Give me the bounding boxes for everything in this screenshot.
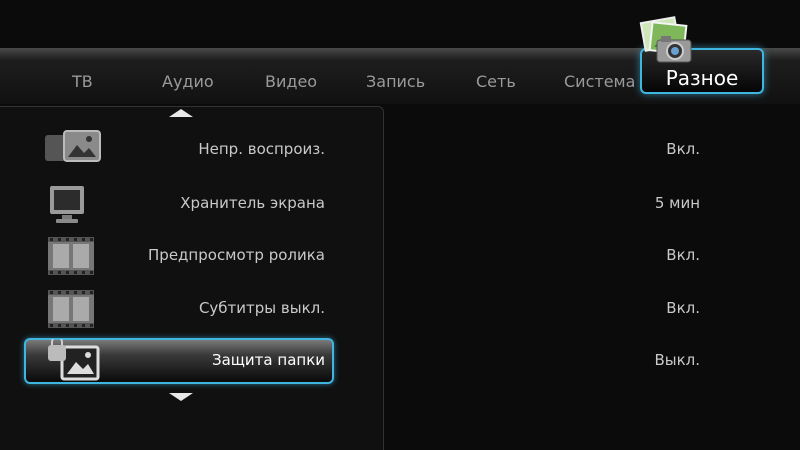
film-icon [48,290,94,328]
setting-label: Хранитель экрана [180,194,325,212]
setting-value: Выкл. [654,351,700,369]
setting-value: 5 мин [654,194,700,212]
tab-system[interactable]: Система [564,72,635,91]
setting-label: Защита папки [212,351,325,369]
setting-row-continuous-play[interactable]: Непр. воспроиз. Вкл. [0,124,800,176]
setting-label: Непр. воспроиз. [198,140,325,158]
tab-record[interactable]: Запись [366,72,425,91]
setting-row-screensaver[interactable]: Хранитель экрана 5 мин [0,178,800,230]
tab-misc-label: Разное [665,66,739,90]
tab-network[interactable]: Сеть [476,72,516,91]
setting-value: Вкл. [666,140,700,158]
monitor-icon [50,186,84,223]
setting-row-subtitles[interactable]: Субтитры выкл. Вкл. [0,283,800,335]
camera-photos-icon [639,16,692,63]
film-icon [48,237,94,275]
tab-tv[interactable]: ТВ [72,72,93,91]
setting-value: Вкл. [666,299,700,317]
setting-label: Предпросмотр ролика [148,246,325,264]
picture-icon [45,130,101,162]
setting-value: Вкл. [666,246,700,264]
setting-row-folder-protection[interactable]: Защита папки Выкл. [0,338,800,390]
tab-video[interactable]: Видео [265,72,317,91]
tab-audio[interactable]: Аудио [162,72,214,91]
setting-row-movie-preview[interactable]: Предпросмотр ролика Вкл. [0,230,800,282]
picture-lock-icon [48,339,100,381]
scroll-up-arrow-icon[interactable] [168,108,194,118]
scroll-down-arrow-icon[interactable] [168,392,194,402]
setting-label: Субтитры выкл. [198,299,325,317]
